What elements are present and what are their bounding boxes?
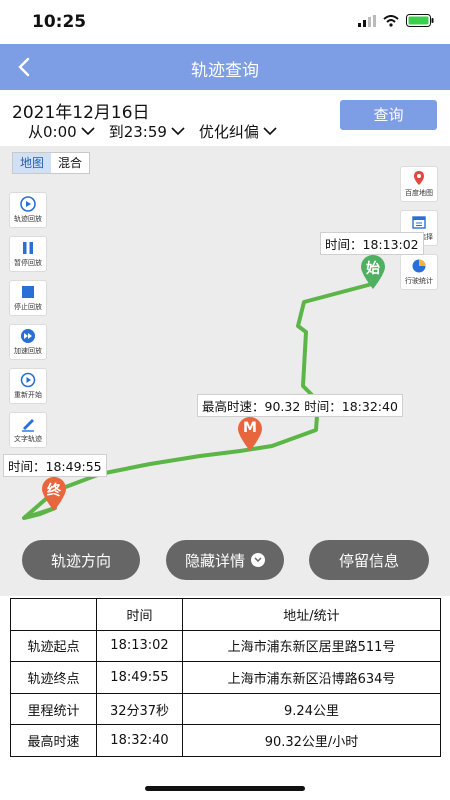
table-cell: 32分37秒: [96, 692, 183, 726]
hide-details-button[interactable]: 隐藏详情: [166, 540, 284, 580]
start-marker[interactable]: 始: [359, 254, 387, 290]
table-row: 最高时速 18:32:40 90.32公里/小时: [10, 724, 441, 757]
text-track-icon: [22, 419, 34, 432]
query-panel: 2021年12月16日 从0:00 到23:59 优化纠偏 查询: [0, 90, 450, 146]
calendar-icon: [412, 216, 426, 229]
wifi-icon: [383, 14, 399, 27]
chevron-down-icon: [251, 553, 265, 567]
table-header-cell: [10, 598, 97, 631]
map-type-map[interactable]: 地图: [13, 153, 52, 173]
chevron-down-icon: [171, 127, 185, 136]
table-cell: 90.32公里/小时: [182, 724, 441, 757]
chevron-down-icon: [81, 127, 95, 136]
query-button[interactable]: 查询: [340, 100, 437, 130]
baidu-map-icon: [414, 171, 424, 185]
signal-icon: [358, 14, 376, 27]
stop-info-label: 停留信息: [338, 551, 399, 570]
fast-forward-icon: [21, 329, 35, 343]
map-view[interactable]: 地图 混合 轨迹回放 暂停回放 停止回放 加速回放 重新开始 文字轨迹 百度地图…: [0, 146, 450, 596]
table-cell: 9.24公里: [182, 692, 441, 726]
table-row: 轨迹终点 18:49:55 上海市浦东新区沿博路634号: [10, 661, 441, 694]
table-cell: 18:13:02: [96, 629, 183, 663]
page-title: 轨迹查询: [191, 61, 259, 81]
table-cell: 里程统计: [10, 692, 97, 726]
pause-icon: [23, 242, 33, 254]
table-cell: 轨迹终点: [10, 661, 97, 694]
restart-button[interactable]: 重新开始: [9, 368, 47, 404]
max-speed-marker[interactable]: M: [236, 416, 264, 452]
text-track-label: 文字轨迹: [14, 435, 42, 443]
playback-button[interactable]: 轨迹回放: [9, 192, 47, 228]
pause-button[interactable]: 暂停回放: [9, 236, 47, 272]
table-cell: 最高时速: [10, 724, 97, 757]
end-marker[interactable]: 终: [40, 476, 68, 512]
to-time-dropdown[interactable]: 到23:59: [109, 121, 185, 142]
stop-info-button[interactable]: 停留信息: [309, 540, 429, 580]
nav-bar: 轨迹查询: [0, 44, 450, 90]
map-side-controls: 百度地图 日期选择 行驶统计: [400, 166, 438, 290]
baidu-map-label: 百度地图: [405, 189, 433, 197]
home-indicator[interactable]: [145, 786, 305, 791]
playback-icon: [20, 196, 36, 212]
restart-icon: [20, 372, 36, 388]
table-header-cell: 地址/统计: [182, 598, 441, 631]
table-cell: 上海市浦东新区居里路511号: [182, 629, 441, 663]
status-bar: 10:25: [0, 0, 450, 44]
end-marker-label: 终: [47, 483, 61, 499]
playback-controls: 轨迹回放 暂停回放 停止回放 加速回放 重新开始 文字轨迹: [9, 192, 47, 448]
battery-icon: [406, 14, 434, 27]
route-line: [22, 282, 374, 520]
status-icons: [358, 14, 434, 27]
max-speed-tooltip: 最高时速：90.32 时间：18:32:40: [197, 394, 403, 417]
from-time-label: 从0:00: [28, 123, 77, 141]
text-track-button[interactable]: 文字轨迹: [9, 412, 47, 448]
from-time-dropdown[interactable]: 从0:00: [28, 121, 95, 142]
pause-label: 暂停回放: [14, 259, 42, 267]
track-direction-label: 轨迹方向: [50, 551, 111, 570]
baidu-map-button[interactable]: 百度地图: [400, 166, 438, 202]
table-row: 里程统计 32分37秒 9.24公里: [10, 692, 441, 726]
restart-label: 重新开始: [14, 391, 42, 399]
table-cell: 上海市浦东新区沿博路634号: [182, 661, 441, 694]
table-header-cell: 时间: [96, 598, 183, 631]
pie-chart-icon: [412, 259, 426, 273]
track-direction-button[interactable]: 轨迹方向: [22, 540, 140, 580]
stop-label: 停止回放: [14, 303, 42, 311]
table-header-row: 时间 地址/统计: [10, 598, 441, 631]
start-time-tooltip: 时间：18:13:02: [320, 232, 424, 255]
table-cell: 18:49:55: [96, 661, 183, 694]
table-row: 轨迹起点 18:13:02 上海市浦东新区居里路511号: [10, 629, 441, 663]
stop-icon: [22, 286, 34, 298]
track-detail-table: 时间 地址/统计 轨迹起点 18:13:02 上海市浦东新区居里路511号 轨迹…: [10, 598, 441, 757]
chevron-down-icon: [263, 127, 277, 136]
hide-details-label: 隐藏详情: [184, 551, 245, 570]
map-type-hybrid[interactable]: 混合: [51, 153, 89, 173]
max-speed-marker-label: M: [243, 420, 257, 436]
action-bar: 轨迹方向 隐藏详情 停留信息: [0, 540, 450, 582]
fast-forward-label: 加速回放: [14, 347, 42, 355]
playback-label: 轨迹回放: [14, 215, 42, 223]
stop-button[interactable]: 停止回放: [9, 280, 47, 316]
table-cell: 轨迹起点: [10, 629, 97, 663]
fast-forward-button[interactable]: 加速回放: [9, 324, 47, 360]
optimize-label: 优化纠偏: [198, 123, 259, 141]
date-selector[interactable]: 2021年12月16日: [12, 98, 150, 123]
driving-stats-label: 行驶统计: [405, 277, 433, 285]
status-time: 10:25: [32, 12, 87, 32]
optimize-dropdown[interactable]: 优化纠偏: [199, 121, 277, 142]
driving-stats-button[interactable]: 行驶统计: [400, 254, 438, 290]
table-cell: 18:32:40: [96, 724, 183, 757]
start-marker-label: 始: [366, 261, 380, 277]
to-time-label: 到23:59: [108, 123, 167, 141]
map-type-toggle: 地图 混合: [12, 152, 91, 174]
end-time-tooltip: 时间：18:49:55: [3, 454, 107, 477]
